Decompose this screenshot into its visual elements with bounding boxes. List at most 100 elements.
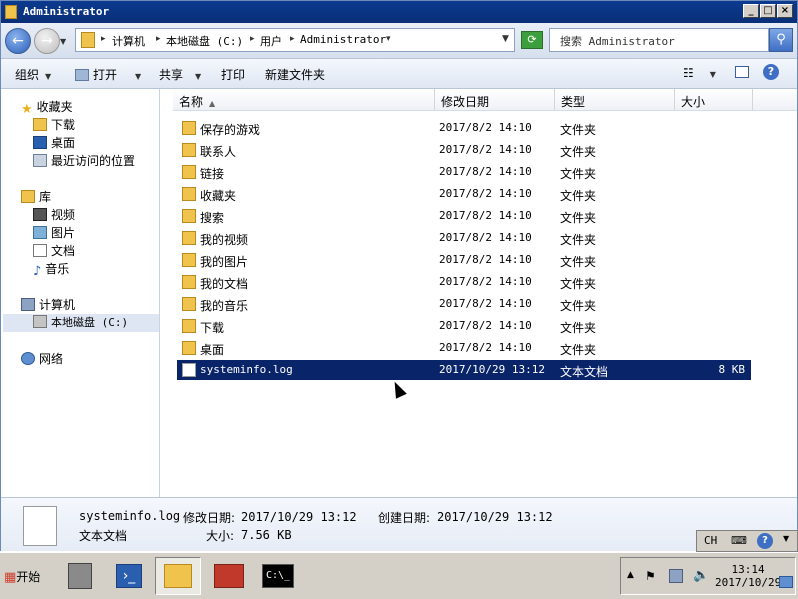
title-bar[interactable]: Administrator _ □ × <box>1 1 797 23</box>
chevron-right-icon[interactable]: ▸ <box>101 34 106 44</box>
file-modified: 2017/8/2 14:10 <box>439 121 532 134</box>
print-button[interactable]: 打印 <box>221 66 245 83</box>
maximize-button[interactable]: □ <box>760 4 776 18</box>
file-modified: 2017/8/2 14:10 <box>439 187 532 200</box>
keyboard-icon[interactable]: ⌨ <box>731 534 747 547</box>
open-menu[interactable]: 打开 ▼ <box>75 66 141 83</box>
address-bar: ← → ▼ ▸ 计算机 ▸ 本地磁盘 (C:) ▸ 用户 ▸ Administr… <box>1 23 797 59</box>
nav-videos[interactable]: 视频 <box>33 206 75 224</box>
start-button[interactable]: ▦开始 <box>2 563 46 589</box>
close-button[interactable]: × <box>777 4 793 18</box>
preview-pane-button[interactable] <box>735 66 749 81</box>
nav-music[interactable]: ♪ 音乐 <box>33 260 69 279</box>
navigation-pane: ★ 收藏夹 下载 桌面 最近访问的位置 库 视频 图片 文档 ♪ 音乐 计算机 本地… <box>1 89 160 497</box>
folder-icon <box>182 319 196 333</box>
breadcrumb[interactable]: ▸ 计算机 ▸ 本地磁盘 (C:) ▸ 用户 ▸ Administrator ▾… <box>75 28 515 52</box>
nav-desktop[interactable]: 桌面 <box>33 134 75 152</box>
help-button[interactable]: ? <box>763 64 779 80</box>
table-row[interactable]: 保存的游戏 2017/8/2 14:10 文件夹 <box>177 118 751 138</box>
folder-icon <box>182 253 196 267</box>
command-prompt-icon[interactable]: C:\_ <box>254 557 300 595</box>
nav-documents[interactable]: 文档 <box>33 242 75 260</box>
refresh-button[interactable]: ⟳ <box>521 31 543 49</box>
address-history-dropdown-icon[interactable]: ▼ <box>502 34 509 44</box>
help-icon[interactable]: ? <box>757 533 773 549</box>
explorer-taskbar-button[interactable] <box>155 557 201 595</box>
start-label: 开始 <box>16 570 41 584</box>
chevron-up-icon[interactable]: ▲ <box>627 570 634 580</box>
table-row[interactable]: 搜索 2017/8/2 14:10 文件夹 <box>177 206 751 226</box>
forward-button[interactable]: → <box>34 28 60 54</box>
recent-pages-dropdown-icon[interactable]: ▼ <box>60 37 66 46</box>
details-pane: systeminfo.log 修改日期: 2017/10/29 13:12 创建… <box>1 497 797 551</box>
chevron-right-icon[interactable]: ▸ <box>290 34 295 44</box>
nav-libraries[interactable]: 库 <box>21 188 51 206</box>
file-modified: 2017/8/2 14:10 <box>439 319 532 332</box>
command-bar: 组织 ▼ 打开 ▼ 共享 ▼ 打印 新建文件夹 ☷ ▼ ? <box>1 59 797 89</box>
file-type: 文件夹 <box>560 277 597 291</box>
search-input[interactable]: 搜索 Administrator <box>549 28 769 52</box>
server-manager-icon[interactable] <box>58 557 104 595</box>
language-bar[interactable]: CH ⌨ ? ▼ <box>696 530 798 552</box>
table-row[interactable]: 链接 2017/8/2 14:10 文件夹 <box>177 162 751 182</box>
view-options-button[interactable]: ☷ ▼ <box>683 66 716 80</box>
sort-ascending-icon: ▲ <box>209 99 216 108</box>
minimize-button[interactable]: _ <box>743 4 759 18</box>
breadcrumb-local-disk[interactable]: 本地磁盘 (C:) <box>166 33 243 49</box>
file-type: 文件夹 <box>560 233 597 247</box>
table-row[interactable]: 桌面 2017/8/2 14:10 文件夹 <box>177 338 751 358</box>
table-row[interactable]: 我的视频 2017/8/2 14:10 文件夹 <box>177 228 751 248</box>
share-menu[interactable]: 共享 ▼ <box>159 66 201 83</box>
nav-network[interactable]: 网络 <box>21 350 63 368</box>
organize-menu[interactable]: 组织 ▼ <box>15 66 51 83</box>
powershell-icon[interactable]: ›_ <box>106 557 152 595</box>
table-row-selected[interactable]: systeminfo.log 2017/10/29 13:12 文本文档 8 KB <box>177 360 751 380</box>
show-desktop-icon[interactable] <box>779 576 793 588</box>
column-header-modified[interactable]: 修改日期 <box>435 89 555 111</box>
search-icon[interactable]: ⚲ <box>769 28 793 52</box>
file-name: 搜索 <box>200 211 225 225</box>
chevron-down-icon[interactable]: ▾ <box>386 34 391 44</box>
clock[interactable]: 13:14 2017/10/29 <box>715 563 781 589</box>
nav-pictures[interactable]: 图片 <box>33 224 75 242</box>
nav-downloads[interactable]: 下载 <box>33 116 75 134</box>
flag-icon[interactable]: ⚑ <box>645 569 656 583</box>
table-row[interactable]: 收藏夹 2017/8/2 14:10 文件夹 <box>177 184 751 204</box>
breadcrumb-computer[interactable]: 计算机 <box>112 33 145 49</box>
table-row[interactable]: 我的文档 2017/8/2 14:10 文件夹 <box>177 272 751 292</box>
chevron-right-icon[interactable]: ▸ <box>156 34 161 44</box>
folder-icon <box>81 32 95 48</box>
network-status-icon[interactable] <box>669 569 683 583</box>
column-header-size[interactable]: 大小 <box>675 89 753 111</box>
file-name: 保存的游戏 <box>200 123 261 137</box>
breadcrumb-users[interactable]: 用户 <box>260 33 282 49</box>
details-modified-label: 修改日期: <box>183 511 236 525</box>
table-row[interactable]: 我的音乐 2017/8/2 14:10 文件夹 <box>177 294 751 314</box>
breadcrumb-administrator[interactable]: Administrator <box>300 33 386 46</box>
table-row[interactable]: 我的图片 2017/8/2 14:10 文件夹 <box>177 250 751 270</box>
windows-logo-icon: ▦ <box>4 570 17 585</box>
nav-computer[interactable]: 计算机 <box>21 296 75 314</box>
explorer-window: Administrator _ □ × ← → ▼ ▸ 计算机 ▸ 本地磁盘 (… <box>0 0 798 551</box>
toolbox-icon[interactable] <box>206 557 252 595</box>
nav-recent-places[interactable]: 最近访问的位置 <box>33 152 135 170</box>
back-button[interactable]: ← <box>5 28 31 54</box>
music-icon: ♪ <box>33 264 42 279</box>
column-header-type[interactable]: 类型 <box>555 89 675 111</box>
language-indicator[interactable]: CH <box>704 534 717 547</box>
volume-muted-icon[interactable]: 🔈 <box>693 568 709 583</box>
file-name: 桌面 <box>200 343 225 357</box>
nav-label: 视频 <box>51 208 76 222</box>
table-row[interactable]: 下载 2017/8/2 14:10 文件夹 <box>177 316 751 336</box>
nav-label: 下载 <box>51 118 76 132</box>
nav-favorites[interactable]: ★ 收藏夹 <box>21 98 73 117</box>
column-header-name[interactable]: 名称 ▲ <box>173 89 435 111</box>
nav-local-disk[interactable]: 本地磁盘 (C:) <box>3 314 159 332</box>
folder-icon <box>182 121 196 135</box>
chevron-down-icon[interactable]: ▼ <box>783 534 789 543</box>
table-row[interactable]: 联系人 2017/8/2 14:10 文件夹 <box>177 140 751 160</box>
chevron-right-icon[interactable]: ▸ <box>250 34 255 44</box>
file-modified: 2017/8/2 14:10 <box>439 341 532 354</box>
new-folder-button[interactable]: 新建文件夹 <box>265 66 325 83</box>
details-filename: systeminfo.log <box>79 509 181 523</box>
